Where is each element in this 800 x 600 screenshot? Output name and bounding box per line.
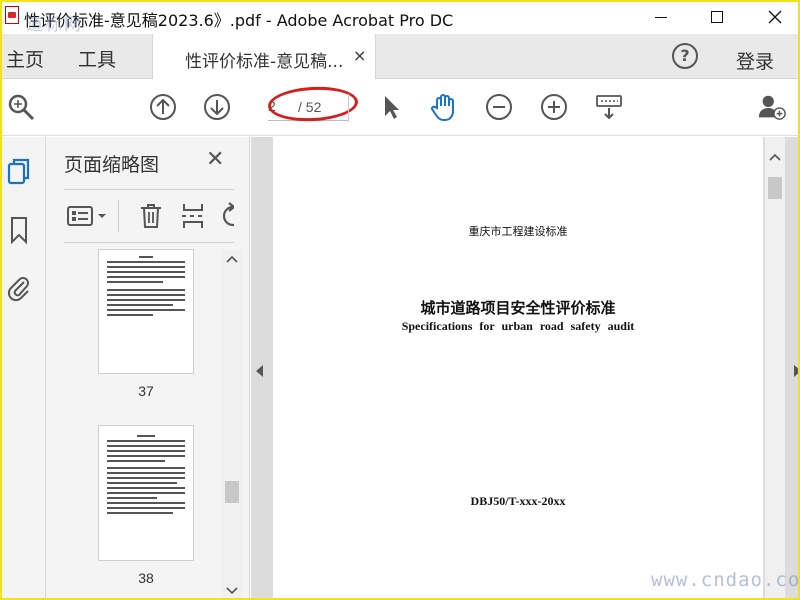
thumbnail-label: 37 — [138, 383, 154, 399]
pages-icon — [7, 158, 30, 185]
pdf-file-icon — [5, 6, 19, 24]
help-icon[interactable]: ? — [672, 43, 698, 69]
collapse-left-icon[interactable] — [256, 365, 263, 377]
window-title: 性评价标准-意见稿2023.6》.pdf - Adobe Acrobat Pro… — [24, 11, 454, 30]
scroll-down-icon — [226, 587, 238, 595]
minimize-icon — [655, 16, 667, 18]
maximize-icon — [711, 11, 723, 23]
document-title: 城市道路项目安全性评价标准 — [420, 299, 616, 317]
plus-circle-icon — [541, 94, 567, 120]
collapse-right-icon[interactable] — [794, 365, 798, 377]
minimize-button[interactable] — [638, 2, 684, 32]
scrollbar-thumb[interactable] — [768, 177, 782, 199]
bookmarks-button[interactable] — [6, 215, 32, 245]
tab-home[interactable]: 主页 — [6, 45, 44, 72]
watermark-site: www.cndao.com — [651, 569, 800, 591]
close-tab-button[interactable]: × — [353, 46, 366, 65]
minus-circle-icon — [486, 94, 512, 120]
pointer-arrow-icon — [385, 96, 399, 119]
navigation-rail — [2, 137, 46, 598]
toolbar-divider — [348, 94, 349, 122]
toolbar: 2 / 52 — [2, 80, 798, 136]
panel-title: 页面缩略图 — [64, 154, 160, 176]
scroll-up-icon — [769, 153, 781, 161]
zoom-out-button[interactable] — [484, 92, 514, 122]
insert-page-button[interactable] — [180, 202, 206, 234]
add-user-icon — [758, 95, 786, 120]
page-thumbnails-button[interactable] — [6, 157, 32, 187]
zoom-search-button[interactable] — [6, 92, 36, 122]
app-window: 性评价标准-意见稿2023.6》.pdf - Adobe Acrobat Pro… — [0, 0, 800, 600]
tab-bar: 主页 工具 性评价标准-意见稿... × ? 登录 — [2, 34, 798, 79]
options-menu-icon — [67, 206, 106, 226]
bookmark-icon — [11, 217, 27, 245]
document-org: 重庆市工程建设标准 — [468, 225, 568, 238]
scroll-up-icon — [226, 255, 238, 263]
document-subtitle: Specifications for urban road safety aud… — [401, 319, 635, 333]
thumbnail-toolbar — [64, 189, 234, 243]
share-user-button[interactable] — [757, 92, 787, 122]
hand-icon — [431, 94, 454, 121]
tab-document[interactable]: 性评价标准-意见稿... × — [152, 34, 376, 79]
hand-tool-button[interactable] — [429, 92, 459, 122]
thumbnails-scrollbar[interactable] — [221, 249, 243, 598]
keyboard-arrow-icon — [596, 95, 622, 120]
login-button[interactable]: 登录 — [736, 47, 774, 74]
thumbnail-label: 38 — [138, 570, 154, 586]
tab-tools[interactable]: 工具 — [78, 45, 116, 72]
close-panel-button[interactable]: ✕ — [206, 147, 224, 172]
delete-page-button[interactable] — [138, 202, 164, 234]
thumbnail-page-37[interactable] — [98, 249, 194, 374]
title-bar: 性评价标准-意见稿2023.6》.pdf - Adobe Acrobat Pro… — [2, 2, 798, 35]
arrow-down-circle-icon — [204, 94, 230, 120]
annotation-ellipse — [267, 84, 359, 124]
magnifier-icon — [8, 94, 35, 121]
insert-page-icon — [182, 204, 203, 228]
close-window-button[interactable] — [752, 2, 798, 32]
thumbnails-panel: 页面缩略图 ✕ 37 38 — [46, 137, 250, 598]
scrollbar-thumb[interactable] — [225, 481, 239, 503]
keyboard-entry-button[interactable] — [594, 92, 624, 122]
next-page-button[interactable] — [202, 92, 232, 122]
document-scrollbar[interactable] — [765, 137, 785, 598]
maximize-button[interactable] — [694, 2, 740, 32]
attachments-button[interactable] — [6, 273, 32, 303]
thumbnail-options-button[interactable] — [66, 204, 110, 232]
zoom-in-button[interactable] — [539, 92, 569, 122]
select-tool-button[interactable] — [376, 92, 406, 122]
trash-icon — [141, 204, 161, 228]
pdf-page: 重庆市工程建设标准 城市道路项目安全性评价标准 Specifications f… — [273, 137, 763, 598]
watermark-logo: 道标网 — [26, 15, 83, 35]
paperclip-icon — [7, 277, 29, 302]
rotate-icon — [222, 202, 234, 227]
panel-toolbar-divider — [118, 200, 119, 232]
previous-page-button[interactable] — [148, 92, 178, 122]
document-view: 重庆市工程建设标准 城市道路项目安全性评价标准 Specifications f… — [251, 137, 800, 598]
rotate-page-button[interactable] — [220, 202, 234, 234]
thumbnail-page-38[interactable] — [98, 425, 194, 561]
arrow-up-circle-icon — [150, 94, 176, 120]
document-tab-label: 性评价标准-意见稿... — [185, 52, 344, 72]
close-icon — [768, 10, 782, 24]
document-code: DBJ50/T-xxx-20xx — [470, 494, 566, 508]
